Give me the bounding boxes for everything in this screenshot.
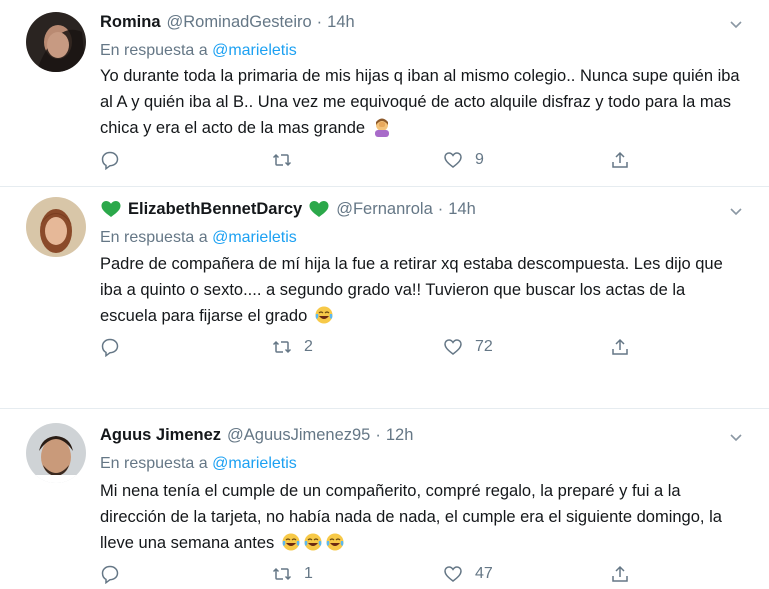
user-handle[interactable]: @Fernanrola <box>336 200 433 219</box>
retweet-button[interactable] <box>272 150 304 170</box>
avatar[interactable] <box>26 12 86 72</box>
tweet[interactable]: ElizabethBennetDarcy @Fernanrola · 14h E… <box>0 187 769 407</box>
share-icon <box>612 565 628 582</box>
reply-context: En respuesta a @marieletis <box>100 455 297 473</box>
display-name[interactable]: Romina <box>100 13 161 32</box>
tweet-actions: 9 <box>100 150 640 172</box>
share-icon <box>612 338 628 355</box>
chevron-down-icon[interactable] <box>729 204 743 218</box>
reply-icon <box>101 565 119 584</box>
tweet[interactable]: Aguus Jimenez @AguusJimenez95 · 12h En r… <box>0 409 769 589</box>
green-heart-icon <box>100 199 122 219</box>
like-button[interactable]: 47 <box>443 564 493 584</box>
tears-of-joy-emoji <box>303 532 323 552</box>
share-icon <box>612 151 628 168</box>
retweet-icon <box>272 340 292 354</box>
avatar[interactable] <box>26 423 86 483</box>
reply-button[interactable] <box>100 564 120 584</box>
timestamp[interactable]: 14h <box>327 13 355 32</box>
reply-prefix: En respuesta a <box>100 455 208 472</box>
tweet-text-content: Mi nena tenía el cumple de un compañerit… <box>100 482 722 552</box>
like-button[interactable]: 9 <box>443 150 484 170</box>
separator-dot: · <box>437 199 444 218</box>
tears-of-joy-emoji <box>314 305 334 325</box>
retweet-button[interactable]: 1 <box>272 564 313 584</box>
tweet-actions: 1 47 <box>100 564 640 586</box>
tweet-text-content: Yo durante toda la primaria de mis hijas… <box>100 67 740 137</box>
share-button[interactable] <box>610 150 630 170</box>
timestamp[interactable]: 14h <box>448 200 476 219</box>
display-name[interactable]: Aguus Jimenez <box>100 426 221 445</box>
separator-dot: · <box>316 13 323 31</box>
reply-prefix: En respuesta a <box>100 229 208 246</box>
reply-icon <box>101 338 119 357</box>
reply-context: En respuesta a @marieletis <box>100 42 297 60</box>
chevron-down-icon[interactable] <box>729 17 743 31</box>
tweet-text: Mi nena tenía el cumple de un compañerit… <box>100 478 740 556</box>
chevron-down-icon[interactable] <box>729 430 743 444</box>
like-count: 72 <box>475 338 493 355</box>
tweet-text-content: Padre de compañera de mí hija la fue a r… <box>100 255 723 325</box>
tweet[interactable]: Romina @RominadGesteiro · 14h En respues… <box>0 0 769 185</box>
tears-of-joy-emoji <box>281 532 301 552</box>
retweet-count: 2 <box>304 338 313 355</box>
heart-icon <box>444 152 462 168</box>
tweet-text: Yo durante toda la primaria de mis hijas… <box>100 63 740 141</box>
display-name[interactable]: ElizabethBennetDarcy <box>128 200 302 219</box>
reply-icon <box>101 151 119 170</box>
user-handle[interactable]: @RominadGesteiro <box>167 13 312 32</box>
heart-icon <box>444 566 462 582</box>
tweet-actions: 2 72 <box>100 337 640 359</box>
reply-button[interactable] <box>100 337 120 357</box>
timestamp[interactable]: 12h <box>386 426 414 445</box>
tweet-text: Padre de compañera de mí hija la fue a r… <box>100 251 740 329</box>
like-count: 9 <box>475 151 484 168</box>
reply-button[interactable] <box>100 150 120 170</box>
share-button[interactable] <box>610 564 630 584</box>
heart-icon <box>444 339 462 355</box>
like-count: 47 <box>475 565 493 582</box>
reply-mention-link[interactable]: @marieletis <box>212 229 297 246</box>
avatar[interactable] <box>26 197 86 257</box>
reply-context: En respuesta a @marieletis <box>100 229 297 247</box>
green-heart-icon <box>308 199 330 219</box>
retweet-icon <box>272 153 292 167</box>
user-handle[interactable]: @AguusJimenez95 <box>227 426 370 445</box>
retweet-button[interactable]: 2 <box>272 337 313 357</box>
retweet-icon <box>272 567 292 581</box>
share-button[interactable] <box>610 337 630 357</box>
reply-mention-link[interactable]: @marieletis <box>212 455 297 472</box>
tears-of-joy-emoji <box>325 532 345 552</box>
reply-mention-link[interactable]: @marieletis <box>212 42 297 59</box>
retweet-count: 1 <box>304 565 313 582</box>
separator-dot: · <box>375 426 381 444</box>
like-button[interactable]: 72 <box>443 337 493 357</box>
reply-prefix: En respuesta a <box>100 42 208 59</box>
woman-facepalming-emoji <box>372 117 392 137</box>
